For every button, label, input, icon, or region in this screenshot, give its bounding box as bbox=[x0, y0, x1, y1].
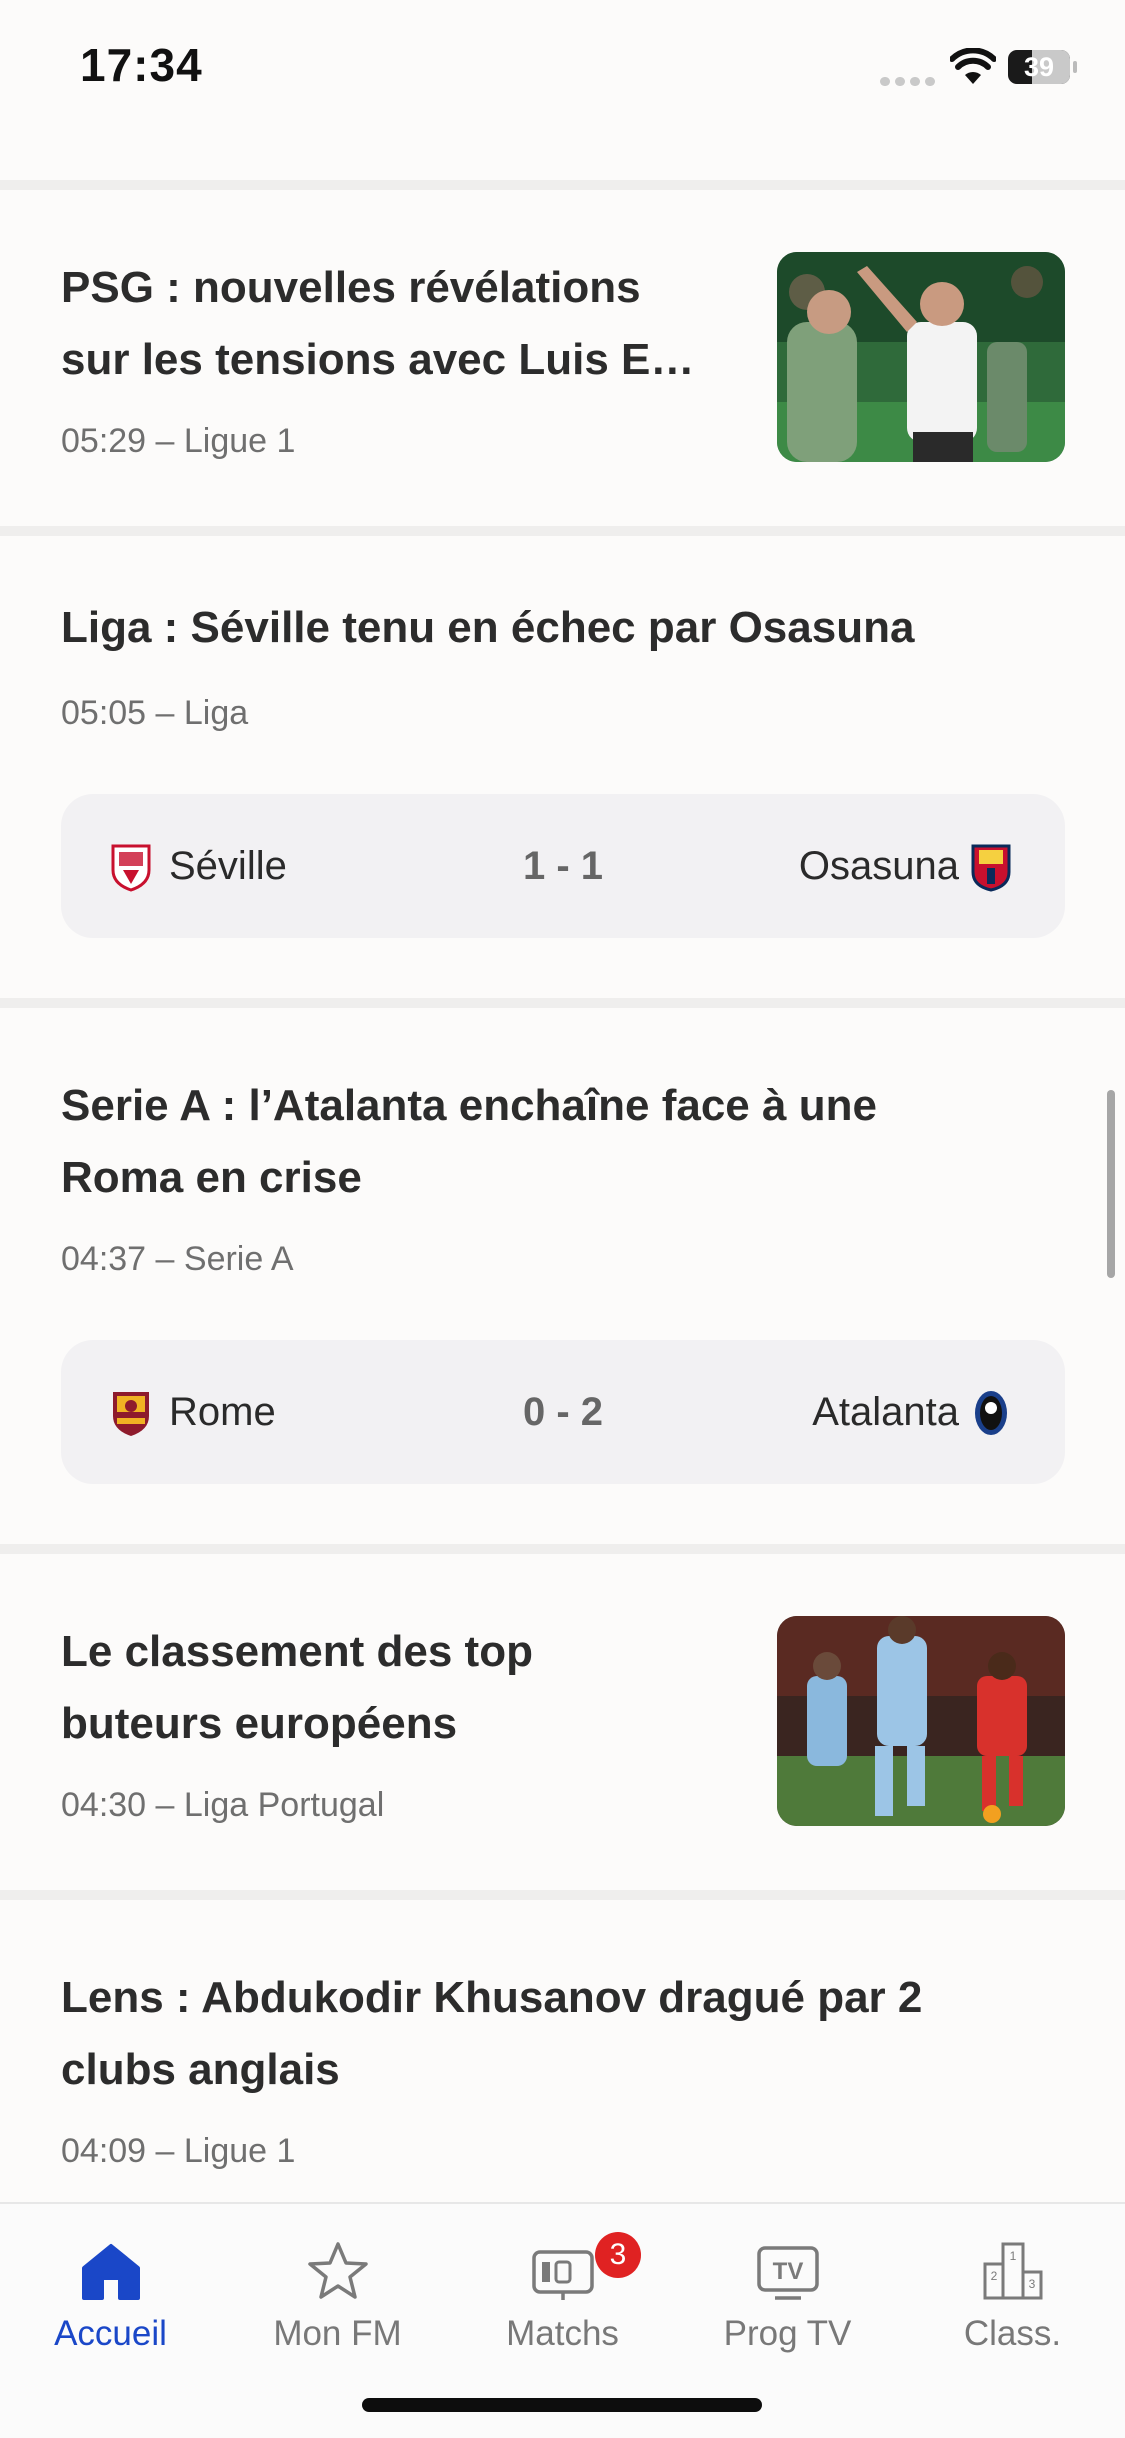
battery-icon: 39 bbox=[1008, 50, 1077, 84]
away-team: Atalanta bbox=[812, 1390, 959, 1434]
tab-matchs[interactable]: 3 Matchs bbox=[450, 2204, 675, 2384]
home-icon bbox=[82, 2244, 140, 2300]
divider bbox=[0, 1890, 1125, 1900]
news-title: Serie A : l’Atalanta enchaîne face à une… bbox=[61, 1081, 877, 1202]
tab-accueil[interactable]: Accueil bbox=[0, 2204, 225, 2384]
tab-label: Class. bbox=[963, 2314, 1062, 2353]
news-thumbnail bbox=[777, 252, 1065, 462]
tv-icon: TV bbox=[757, 2246, 819, 2300]
news-meta: 04:30 – Liga Portugal bbox=[61, 1786, 385, 1824]
news-meta: 05:29 – Ligue 1 bbox=[61, 422, 296, 460]
tab-mon-fm[interactable]: Mon FM bbox=[225, 2204, 450, 2384]
news-title: PSG : nouvelles révélations sur les tens… bbox=[61, 263, 695, 384]
divider bbox=[0, 998, 1125, 1008]
news-item[interactable]: Lens : Abdukodir Khusanov dragué par 2 c… bbox=[0, 1900, 1125, 2202]
svg-text:TV: TV bbox=[773, 2258, 804, 2285]
news-title: Liga : Séville tenu en échec par Osasuna bbox=[61, 603, 915, 652]
star-icon bbox=[308, 2242, 368, 2299]
news-item[interactable]: Serie A : l’Atalanta enchaîne face à une… bbox=[0, 1008, 1125, 1544]
away-team: Osasuna bbox=[798, 844, 959, 888]
svg-text:2: 2 bbox=[991, 2269, 998, 2283]
osasuna-crest-icon bbox=[971, 844, 1011, 892]
divider bbox=[0, 526, 1125, 536]
match-score-card[interactable]: Séville 1 - 1 Osasuna bbox=[61, 794, 1065, 938]
news-meta: 05:05 – Liga bbox=[61, 694, 249, 732]
status-time: 17:34 bbox=[80, 39, 203, 91]
tab-label: Mon FM bbox=[273, 2314, 402, 2353]
wifi-icon bbox=[950, 48, 996, 84]
divider bbox=[0, 1544, 1125, 1554]
cellular-signal-icon bbox=[880, 74, 936, 86]
news-meta: 04:37 – Serie A bbox=[61, 1240, 294, 1278]
news-title: Lens : Abdukodir Khusanov dragué par 2 c… bbox=[61, 1973, 923, 2094]
notification-badge: 3 bbox=[595, 2232, 641, 2278]
home-indicator[interactable] bbox=[362, 2398, 762, 2412]
status-bar: 17:34 39 bbox=[0, 0, 1125, 130]
tab-label: Prog TV bbox=[723, 2314, 852, 2353]
news-item[interactable]: Liga : Séville tenu en échec par Osasuna… bbox=[0, 536, 1125, 998]
scroll-indicator[interactable] bbox=[1107, 1090, 1115, 1278]
atalanta-crest-icon bbox=[975, 1391, 1007, 1435]
divider bbox=[0, 180, 1125, 190]
svg-text:1: 1 bbox=[1010, 2249, 1017, 2263]
podium-icon: 1 2 3 bbox=[983, 2242, 1043, 2300]
scoreboard-icon bbox=[532, 2250, 594, 2300]
news-thumbnail bbox=[777, 1616, 1065, 1826]
match-score-card[interactable]: Rome 0 - 2 Atalanta bbox=[61, 1340, 1065, 1484]
news-item[interactable]: Le classement des top buteurs européens … bbox=[0, 1554, 1125, 1890]
battery-level: 39 bbox=[1023, 52, 1055, 82]
tab-classement[interactable]: 1 2 3 Class. bbox=[900, 2204, 1125, 2384]
news-title: Le classement des top buteurs européens bbox=[61, 1627, 533, 1748]
tab-label: Accueil bbox=[54, 2314, 167, 2353]
tab-prog-tv[interactable]: TV Prog TV bbox=[675, 2204, 900, 2384]
news-meta: 04:09 – Ligue 1 bbox=[61, 2132, 296, 2170]
tab-label: Matchs bbox=[506, 2314, 619, 2353]
svg-text:3: 3 bbox=[1029, 2277, 1036, 2291]
news-item[interactable]: PSG : nouvelles révélations sur les tens… bbox=[0, 190, 1125, 526]
